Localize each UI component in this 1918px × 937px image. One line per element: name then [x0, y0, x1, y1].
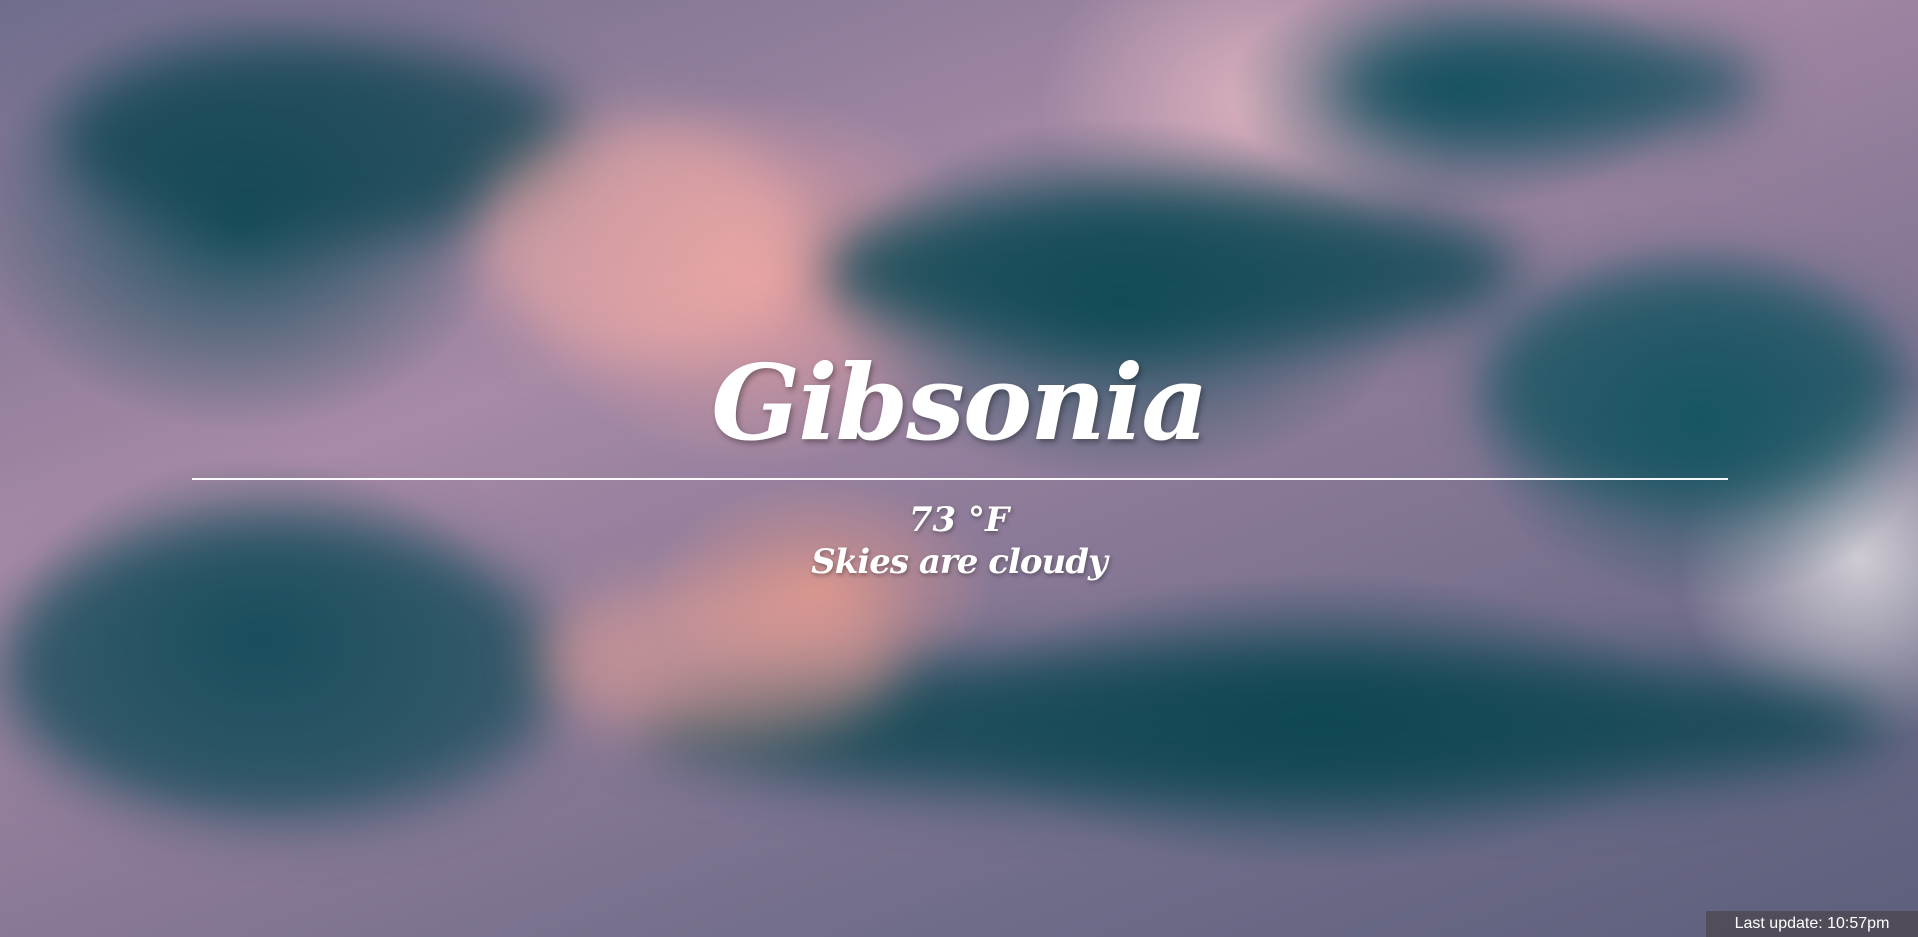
- temperature: 73 °F: [908, 500, 1010, 540]
- divider-line: [192, 478, 1728, 480]
- last-update-badge: Last update: 10:57pm: [1706, 911, 1918, 937]
- city-name: Gibsonia: [711, 341, 1208, 464]
- weather-description: Skies are cloudy: [811, 542, 1108, 582]
- weather-panel: Gibsonia 73 °F Skies are cloudy: [0, 0, 1918, 937]
